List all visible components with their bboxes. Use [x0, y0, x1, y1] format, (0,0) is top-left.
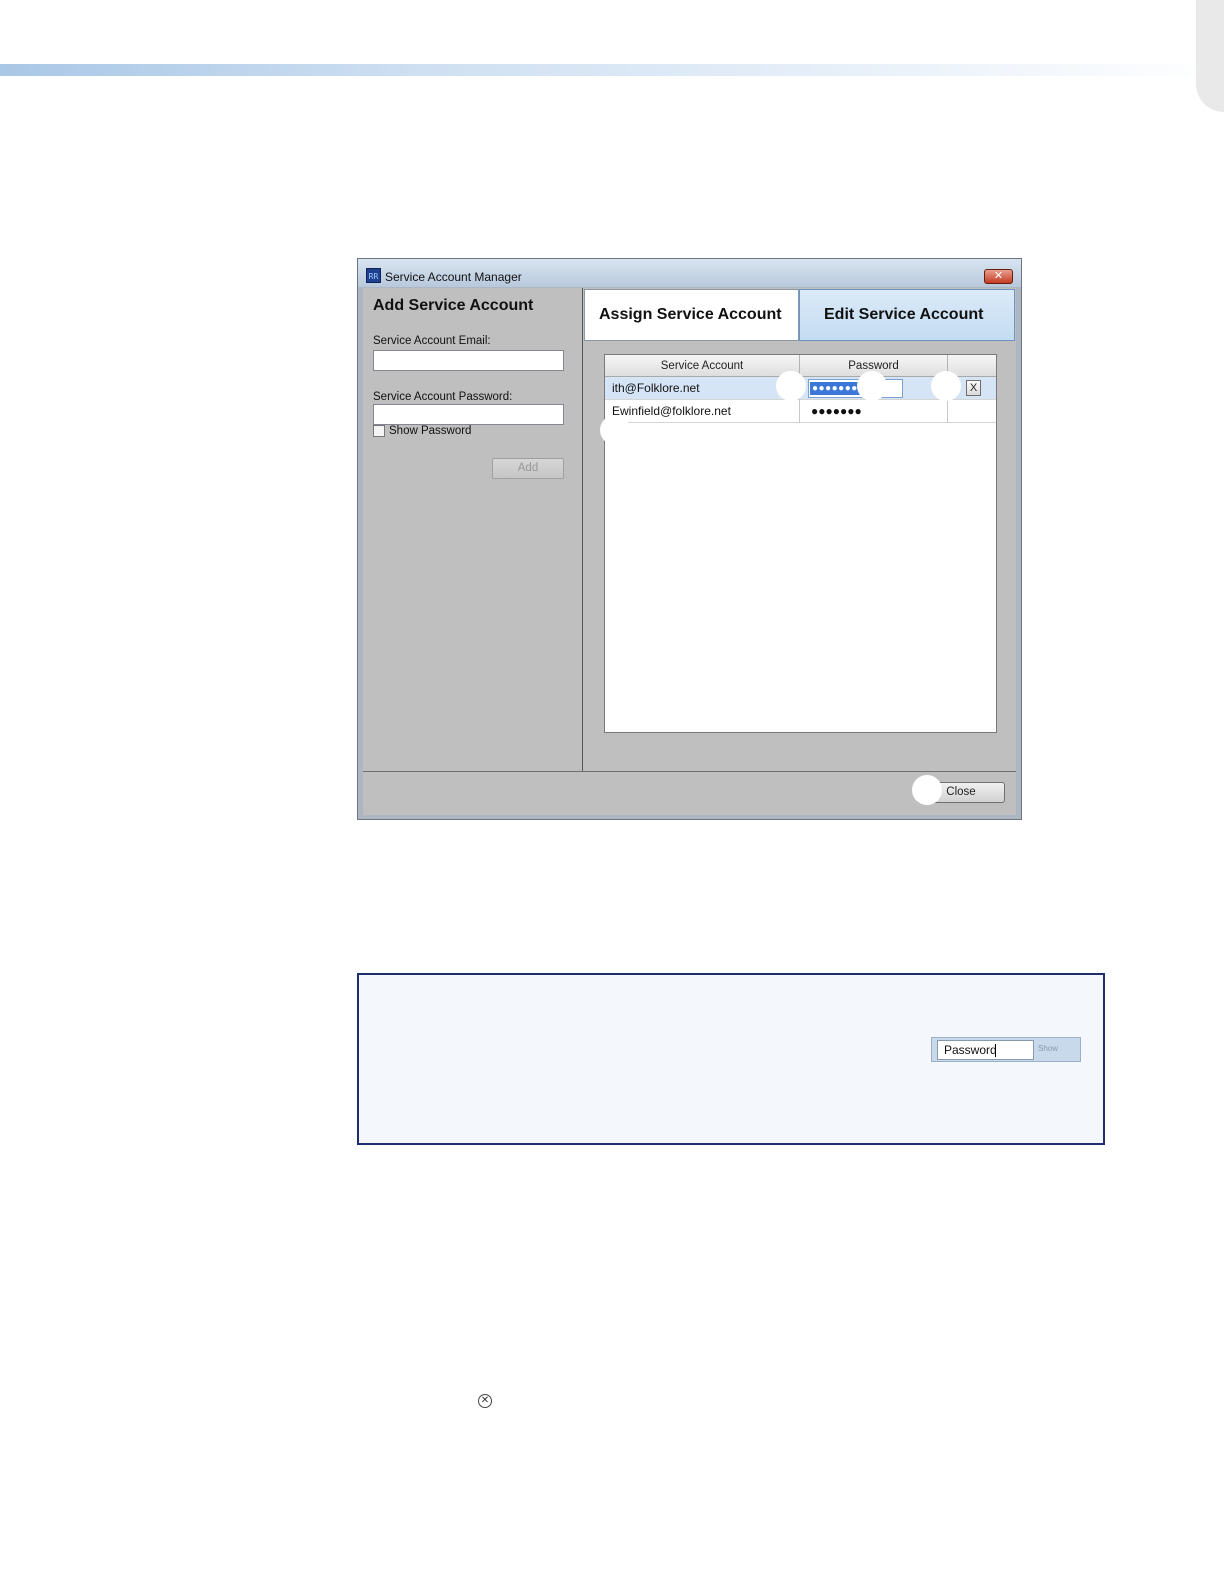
window-title: Service Account Manager — [385, 270, 522, 284]
window-close-button[interactable]: ✕ — [984, 269, 1013, 284]
show-password-label: Show Password — [389, 425, 472, 437]
window-titlebar: RR Service Account Manager ✕ — [358, 259, 1021, 287]
password-edit-input[interactable]: ●●●●●●●●● — [808, 379, 903, 398]
page-edge-tab — [1196, 0, 1224, 112]
footer-divider — [363, 771, 1016, 772]
dialog-client-area: Add Service Account Service Account Emai… — [363, 288, 1016, 815]
callout-marker-account — [600, 415, 630, 445]
app-icon: RR — [366, 268, 381, 283]
add-panel-title: Add Service Account — [373, 297, 534, 314]
delete-cell — [948, 400, 996, 423]
add-service-account-panel: Add Service Account Service Account Emai… — [363, 288, 583, 771]
delete-row-button[interactable]: X — [966, 380, 981, 396]
service-account-manager-window: RR Service Account Manager ✕ Add Service… — [357, 258, 1022, 820]
callout-marker-edit — [776, 371, 806, 401]
callout-marker-close — [912, 775, 942, 805]
callout-marker-password — [857, 371, 887, 401]
note-box: Password Show — [357, 973, 1105, 1145]
tab-edit-service-account[interactable]: Edit Service Account — [799, 289, 1015, 341]
table-row[interactable]: Ewinfield@folklore.net ●●●●●●● — [605, 400, 996, 423]
tab-assign-service-account[interactable]: Assign Service Account — [584, 289, 799, 341]
password-cell[interactable]: ●●●●●●● — [800, 400, 948, 423]
circle-x-icon: ✕ — [478, 1394, 492, 1408]
show-password-link[interactable]: Show — [1038, 1044, 1058, 1053]
show-password-checkbox[interactable] — [373, 425, 385, 437]
service-account-password-input[interactable] — [373, 404, 564, 425]
service-account-email-input[interactable] — [373, 350, 564, 371]
password-show-control: Password Show — [931, 1037, 1081, 1062]
column-header-service-account: Service Account — [605, 355, 800, 377]
add-button[interactable]: Add — [492, 458, 564, 479]
service-account-table: Service Account Password ith@Folklore.ne… — [604, 354, 997, 733]
edit-service-account-panel: Assign Service Account Edit Service Acco… — [584, 288, 1016, 771]
account-cell[interactable]: Ewinfield@folklore.net — [605, 400, 800, 423]
callout-marker-delete — [931, 371, 961, 401]
password-label: Service Account Password: — [373, 391, 513, 403]
password-example-input[interactable]: Password — [937, 1040, 1034, 1060]
account-cell[interactable]: ith@Folklore.net — [605, 377, 800, 400]
page-header-band — [0, 64, 1224, 76]
email-label: Service Account Email: — [373, 335, 491, 347]
